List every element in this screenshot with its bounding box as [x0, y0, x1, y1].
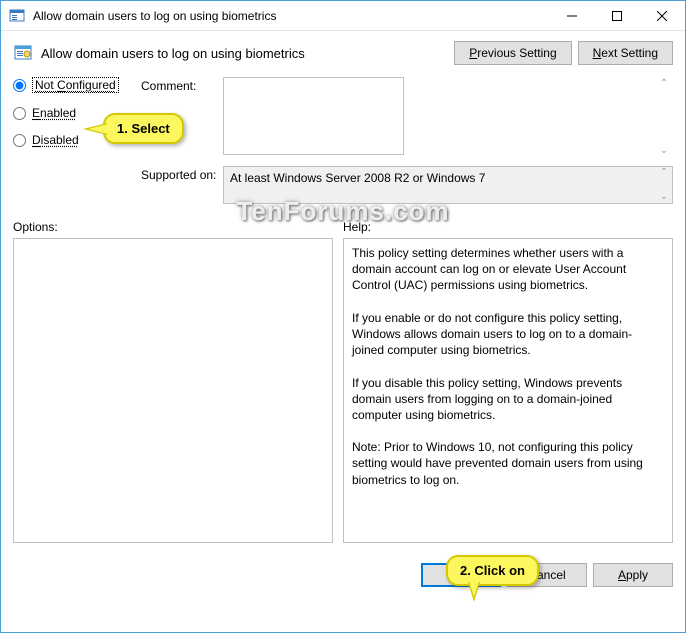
- enabled-radio[interactable]: [13, 107, 26, 120]
- supported-on-value: At least Windows Server 2008 R2 or Windo…: [223, 166, 673, 204]
- window-title: Allow domain users to log on using biome…: [33, 9, 549, 23]
- maximize-button[interactable]: [594, 1, 639, 30]
- not-configured-radio[interactable]: [13, 79, 26, 92]
- comment-scroll-icon: ⌃⌄: [657, 79, 671, 156]
- comment-textarea[interactable]: [223, 77, 404, 155]
- help-panel: This policy setting determines whether u…: [343, 238, 673, 543]
- policy-editor-window: Allow domain users to log on using biome…: [0, 0, 686, 633]
- titlebar: Allow domain users to log on using biome…: [1, 1, 685, 31]
- header-row: Allow domain users to log on using biome…: [13, 41, 673, 65]
- apply-button[interactable]: Apply: [593, 563, 673, 587]
- state-radio-group: Not Configured Enabled Disabled: [13, 77, 141, 212]
- dialog-footer: OK Cancel Apply: [1, 553, 685, 597]
- disabled-label[interactable]: Disabled: [32, 133, 79, 147]
- minimize-button[interactable]: [549, 1, 594, 30]
- options-panel[interactable]: [13, 238, 333, 543]
- window-controls: [549, 1, 685, 30]
- annotation-select: 1. Select: [103, 113, 184, 144]
- supported-on-label: Supported on:: [141, 166, 223, 204]
- help-label: Help:: [343, 220, 673, 234]
- disabled-radio[interactable]: [13, 134, 26, 147]
- policy-icon: [13, 43, 33, 63]
- previous-setting-button[interactable]: Previous Setting: [454, 41, 571, 65]
- options-label: Options:: [13, 220, 333, 234]
- annotation-click: 2. Click on: [446, 555, 539, 586]
- enabled-label[interactable]: Enabled: [32, 106, 76, 120]
- policy-title: Allow domain users to log on using biome…: [41, 46, 454, 61]
- next-setting-button[interactable]: Next Setting: [578, 41, 673, 65]
- not-configured-label[interactable]: Not Configured: [32, 77, 119, 93]
- close-button[interactable]: [639, 1, 685, 30]
- app-icon: [9, 8, 25, 24]
